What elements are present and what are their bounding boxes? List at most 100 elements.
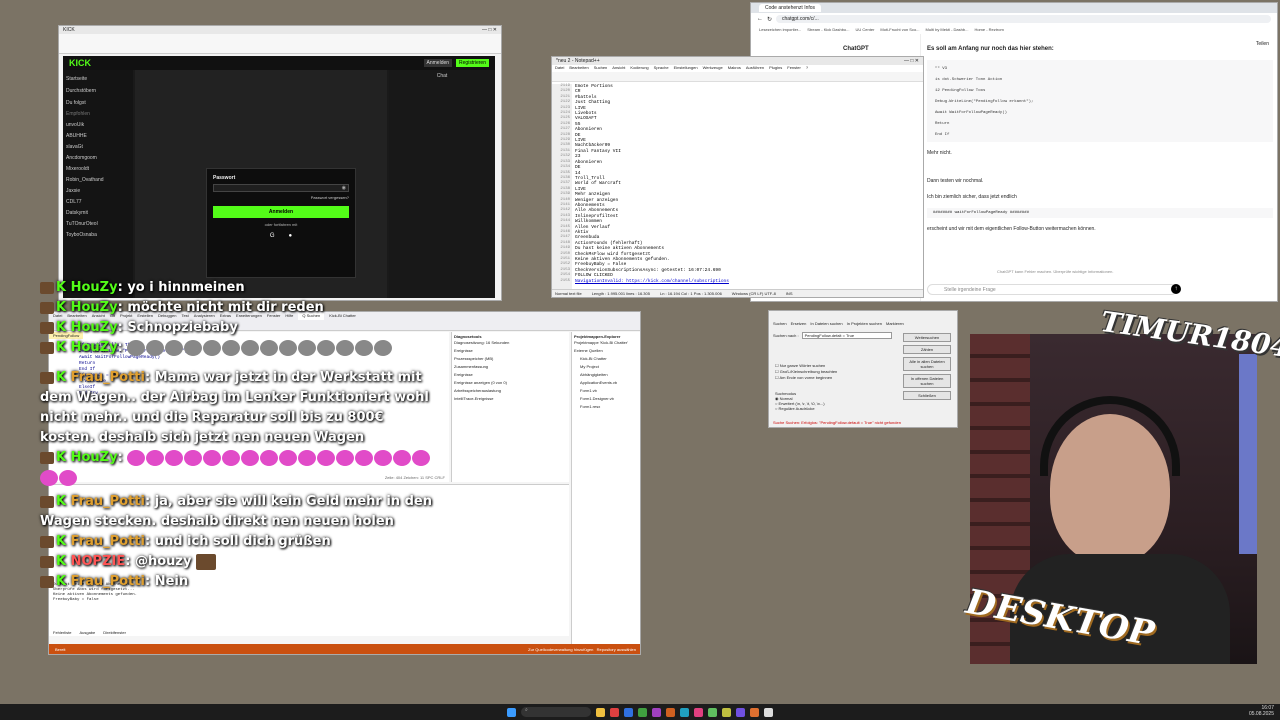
back-icon[interactable]: ← — [757, 16, 763, 22]
model-selector[interactable]: ChatGPT — [843, 46, 869, 52]
solution-item[interactable]: Form1.resx — [574, 403, 638, 411]
dialog-button[interactable]: Alle in allen Dateien suchen — [903, 357, 951, 371]
sidebar-item[interactable]: Du folgst — [66, 97, 130, 109]
diag-item[interactable]: IntelliTrace-Ereignisse — [454, 395, 567, 403]
sidebar-item[interactable]: unvoUik — [66, 120, 130, 131]
app-icon[interactable] — [610, 707, 619, 717]
sidebar-item[interactable]: Jaxsie — [66, 186, 130, 197]
app-icon[interactable] — [624, 707, 633, 717]
bookmark-item[interactable]: Moti-Frucht von Sco... — [880, 27, 919, 32]
share-button[interactable]: Teilen — [1256, 41, 1269, 47]
app-icon[interactable] — [722, 707, 731, 717]
diag-item[interactable]: Ereignisse — [454, 371, 567, 379]
menu-item[interactable]: Werkzeuge — [703, 65, 723, 72]
menu-item[interactable]: Suchen — [594, 65, 608, 72]
dialog-checkbox[interactable]: ☐ Am Ende von vorne beginnen — [775, 375, 837, 381]
kick-logo[interactable]: KICK — [69, 58, 91, 68]
sidebar-item[interactable]: Startseite — [66, 73, 130, 85]
browser-tab[interactable]: Code anstehenzt Infos — [759, 4, 822, 12]
menu-item[interactable]: Fenster — [787, 65, 801, 72]
app-icon[interactable] — [652, 707, 661, 717]
dialog-button[interactable]: Schließen — [903, 391, 951, 400]
dialog-tab[interactable]: In Projekten suchen — [847, 321, 882, 326]
solution-item[interactable]: Form1.Designer.vb — [574, 395, 638, 403]
diag-item[interactable]: Arbeitsspeicherauslastung — [454, 387, 567, 395]
solution-item[interactable]: Externe Quellen — [574, 347, 638, 355]
dialog-tab[interactable]: Markieren — [886, 321, 904, 326]
menu-item[interactable]: Makros — [728, 65, 741, 72]
menu-item[interactable]: Bearbeiten — [569, 65, 588, 72]
output-tab[interactable]: Ausgabe — [79, 630, 95, 635]
repo-select-button[interactable]: Repository auswählen — [597, 647, 636, 652]
dialog-tab[interactable]: Ersetzen — [791, 321, 807, 326]
menu-item[interactable]: Kodierung — [630, 65, 648, 72]
topbar-login-button[interactable]: Anmelden — [423, 59, 453, 67]
app-icon[interactable] — [708, 707, 717, 717]
url-field[interactable]: chatgpt.com/c/... — [776, 15, 1271, 23]
password-input[interactable]: ◉ — [213, 184, 349, 192]
apple-icon[interactable]: ● — [289, 233, 293, 239]
dialog-button[interactable]: In offenen Dateien suchen — [903, 374, 951, 388]
solution-item[interactable]: Form1.vb — [574, 387, 638, 395]
solution-item[interactable]: Kick-Bi Chatter — [574, 355, 638, 363]
solution-item[interactable]: Projektmappe 'Kick-Bi Chatter' — [574, 339, 638, 347]
bookmark-item[interactable]: Home - Reztrom — [974, 27, 1003, 32]
sidebar-item[interactable]: Datskymit — [66, 208, 130, 219]
google-icon[interactable]: G — [270, 233, 275, 239]
solution-item[interactable]: Abhängigkeiten — [574, 371, 638, 379]
dialog-button[interactable]: Zählen — [903, 345, 951, 354]
menu-item[interactable]: ? — [806, 65, 808, 72]
diag-item[interactable]: Zusammenfassung — [454, 363, 567, 371]
app-icon[interactable] — [680, 707, 689, 717]
diag-item[interactable]: Prozessspeicher (MB) — [454, 355, 567, 363]
windows-start-icon[interactable] — [507, 707, 516, 717]
sidebar-item[interactable]: CDL77 — [66, 197, 130, 208]
solution-item[interactable]: My Project — [574, 363, 638, 371]
prompt-input[interactable]: Stelle irgendeine Frage — [927, 284, 1177, 295]
bookmark-item[interactable]: UU Center — [856, 27, 875, 32]
sidebar-item[interactable]: Ancdomgoom — [66, 153, 130, 164]
menu-item[interactable]: Datei — [555, 65, 564, 72]
dialog-tab[interactable]: Suchen — [773, 321, 787, 326]
sidebar-item[interactable]: Mixerooldt — [66, 164, 130, 175]
git-add-button[interactable]: Zur Quellcodeverwaltung hinzufügen — [528, 647, 593, 652]
diag-item[interactable]: Ereignisse anzeigen (0 von 0) — [454, 379, 567, 387]
notepad-editor[interactable]: 2119 2120 2121 2122 2123 2124 2125 2126 2127 2128… — [552, 84, 923, 289]
eye-icon[interactable]: ◉ — [342, 185, 346, 191]
menu-item[interactable]: Plugins — [769, 65, 782, 72]
send-icon[interactable]: ↑ — [1171, 284, 1181, 294]
output-tab[interactable]: Fehlerliste — [53, 630, 71, 635]
bookmark-item[interactable]: Multi by Mekti - Dashb... — [926, 27, 969, 32]
app-icon[interactable] — [694, 707, 703, 717]
search-field[interactable]: PendingFollow.defalt = True — [801, 332, 892, 339]
sidebar-item[interactable]: slavaGt — [66, 142, 130, 153]
sidebar-item[interactable]: Durchstöbern — [66, 85, 130, 97]
solution-item[interactable]: ApplicationEvents.vb — [574, 379, 638, 387]
menu-item[interactable]: Sprache — [654, 65, 669, 72]
output-tab[interactable]: Direktfenster — [103, 630, 126, 635]
menu-item[interactable]: Ansicht — [612, 65, 625, 72]
app-icon[interactable] — [764, 707, 773, 717]
sidebar-item[interactable]: ToyboOsnaba — [66, 230, 130, 241]
sidebar-item[interactable]: ABUHHE — [66, 131, 130, 142]
app-icon[interactable] — [736, 707, 745, 717]
diag-item[interactable]: Ereignisse — [454, 347, 567, 355]
mode-radio[interactable]: ○ Reguläre Ausdrücke — [775, 406, 825, 411]
sidebar-item[interactable]: Robin_Ovathand — [66, 175, 130, 186]
menu-item[interactable]: Ausführen — [746, 65, 764, 72]
bookmark-item[interactable]: Stream - Kick Dashbo... — [807, 27, 849, 32]
app-icon[interactable] — [750, 707, 759, 717]
app-icon[interactable] — [666, 707, 675, 717]
sidebar-item[interactable]: TuTOnurOteol — [66, 219, 130, 230]
app-icon[interactable] — [638, 707, 647, 717]
login-button[interactable]: Anmelden — [213, 206, 349, 218]
taskbar-search[interactable]: ⌕ — [521, 707, 591, 717]
topbar-register-button[interactable]: Registrieren — [456, 59, 489, 67]
menu-item[interactable]: Einstellungen — [674, 65, 698, 72]
reload-icon[interactable]: ↻ — [767, 16, 772, 23]
forgot-password-link[interactable]: Passwort vergessen? — [213, 195, 349, 200]
dialog-button[interactable]: Weitersuchen — [903, 333, 951, 342]
dialog-tab[interactable]: In Dateien suchen — [810, 321, 842, 326]
sidebar-item[interactable]: Empfohlen — [66, 109, 130, 120]
clock[interactable]: 16:07 05.08.2025 — [1249, 705, 1274, 717]
